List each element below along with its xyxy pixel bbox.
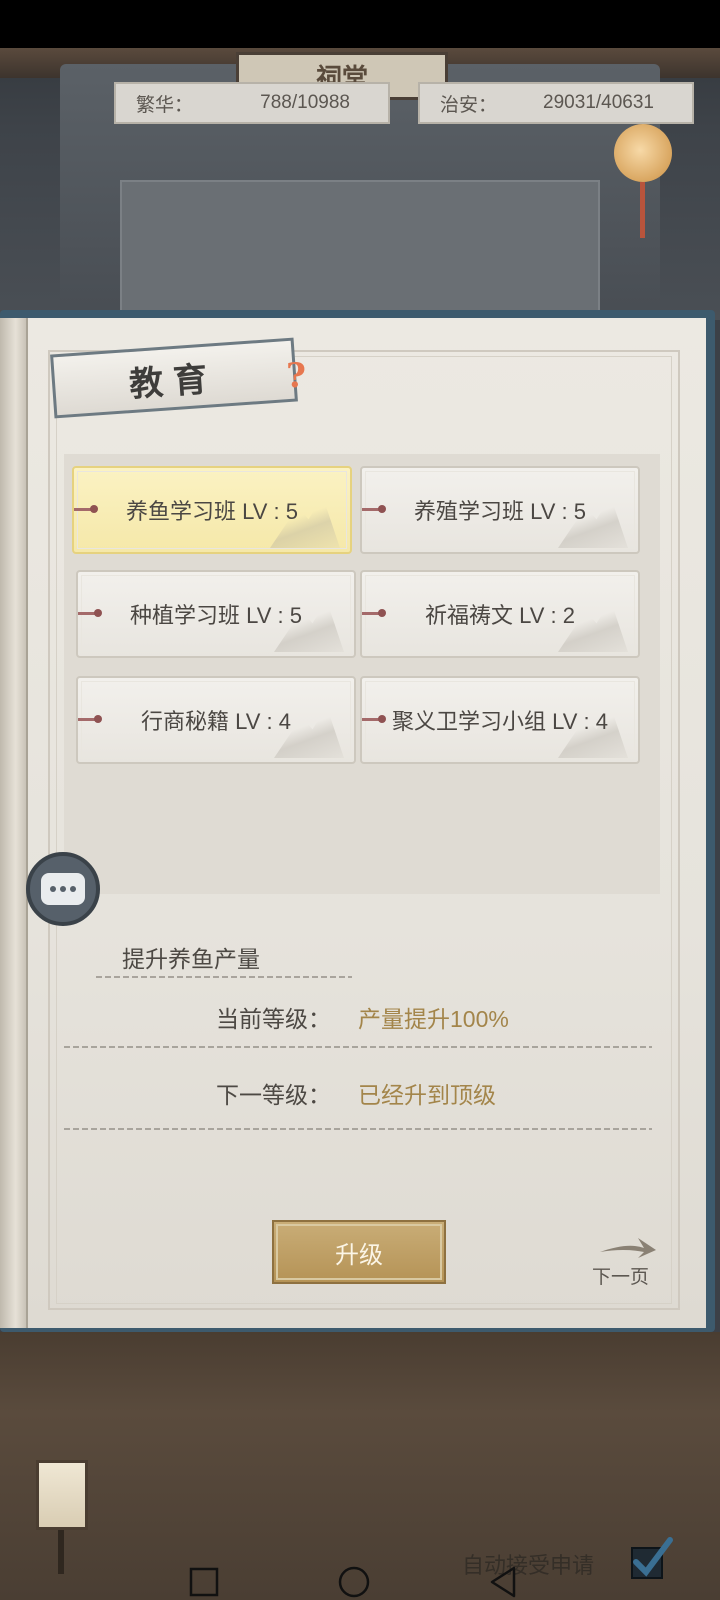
- next-level-value: 已经升到顶级: [358, 1082, 496, 1108]
- prosperity-value: 788/10988: [260, 92, 350, 113]
- divider: [96, 976, 352, 978]
- current-level-label: 当前等级：: [216, 1006, 331, 1032]
- next-arrow-icon: [600, 1238, 656, 1258]
- course-label: 养鱼学习班 LV : 5: [126, 499, 298, 524]
- hook-icon: [78, 715, 102, 723]
- security-label: 治安：: [440, 94, 498, 116]
- lamp-icon: [36, 1460, 88, 1530]
- shrine-scroll: [120, 180, 600, 320]
- chat-button[interactable]: [26, 852, 100, 926]
- course-card-fish-farming[interactable]: 养鱼学习班 LV : 5: [72, 466, 352, 554]
- current-level-value: 产量提升100%: [358, 1006, 509, 1032]
- lantern-icon: [614, 124, 672, 182]
- next-page-label: 下一页: [592, 1267, 650, 1288]
- prosperity-label: 繁华：: [136, 94, 194, 116]
- next-level-label: 下一等级：: [216, 1082, 331, 1108]
- course-description: 提升养鱼产量: [122, 946, 260, 972]
- course-label: 祈福祷文 LV : 2: [425, 603, 575, 628]
- divider: [64, 1046, 652, 1048]
- book-spine: [0, 318, 28, 1328]
- hook-icon: [362, 505, 386, 513]
- next-page-button[interactable]: 下一页: [590, 1236, 662, 1288]
- hook-icon: [74, 505, 98, 513]
- course-label: 养殖学习班 LV : 5: [414, 499, 586, 524]
- course-card-planting[interactable]: 种植学习班 LV : 5: [76, 570, 356, 658]
- security-value: 29031/40631: [543, 92, 654, 113]
- divider: [64, 1128, 652, 1130]
- nav-circle-icon[interactable]: [336, 1564, 372, 1600]
- nav-back-icon[interactable]: [486, 1564, 522, 1600]
- lantern-tassel: [640, 182, 645, 238]
- prosperity-stat: 繁华： 788/10988: [114, 82, 390, 124]
- course-label: 种植学习班 LV : 5: [130, 603, 302, 628]
- hook-icon: [78, 609, 102, 617]
- chat-icon: [41, 873, 85, 905]
- nav-square-icon[interactable]: [186, 1564, 222, 1600]
- upgrade-button[interactable]: 升级: [272, 1220, 446, 1284]
- course-label: 聚义卫学习小组 LV : 4: [392, 709, 608, 734]
- hook-icon: [362, 715, 386, 723]
- course-label: 行商秘籍 LV : 4: [141, 709, 291, 734]
- course-card-prayer[interactable]: 祈福祷文 LV : 2: [360, 570, 640, 658]
- hook-icon: [362, 609, 386, 617]
- system-nav-bar: [0, 1560, 720, 1600]
- course-card-guard-study[interactable]: 聚义卫学习小组 LV : 4: [360, 676, 640, 764]
- security-stat: 治安： 29031/40631: [418, 82, 694, 124]
- status-bar: [0, 0, 720, 48]
- course-card-trade[interactable]: 行商秘籍 LV : 4: [76, 676, 356, 764]
- course-card-breeding[interactable]: 养殖学习班 LV : 5: [360, 466, 640, 554]
- help-icon[interactable]: ?: [286, 356, 308, 396]
